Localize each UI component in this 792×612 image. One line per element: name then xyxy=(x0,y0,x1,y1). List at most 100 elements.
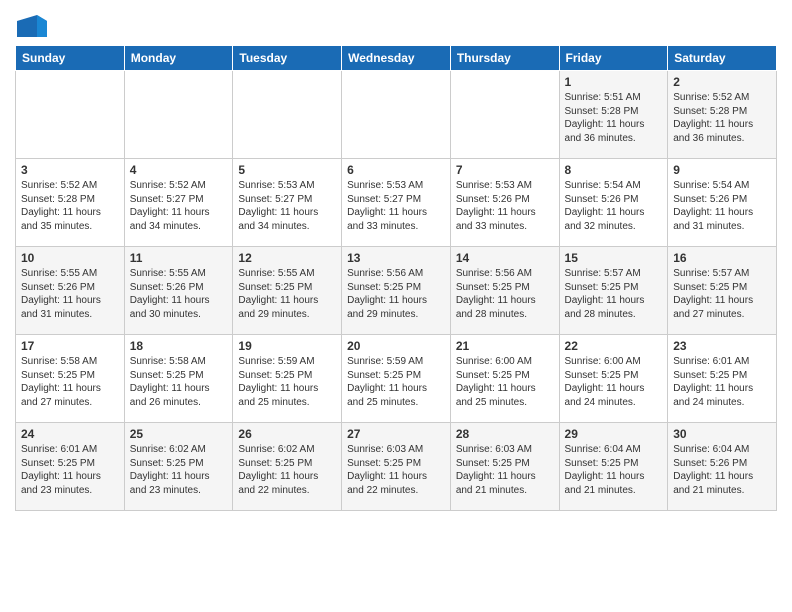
day-info: Sunrise: 5:57 AM Sunset: 5:25 PM Dayligh… xyxy=(565,267,663,321)
day-number: 23 xyxy=(673,339,771,353)
day-number: 20 xyxy=(347,339,445,353)
weekday-header-row: SundayMondayTuesdayWednesdayThursdayFrid… xyxy=(16,46,777,71)
day-info: Sunrise: 6:04 AM Sunset: 5:26 PM Dayligh… xyxy=(673,443,771,497)
day-info: Sunrise: 5:54 AM Sunset: 5:26 PM Dayligh… xyxy=(673,179,771,233)
day-cell: 14 Sunrise: 5:56 AM Sunset: 5:25 PM Dayli… xyxy=(450,247,559,335)
day-info: Sunrise: 5:55 AM Sunset: 5:26 PM Dayligh… xyxy=(21,267,119,321)
day-cell: 4 Sunrise: 5:52 AM Sunset: 5:27 PM Daylig… xyxy=(124,159,233,247)
day-cell: 1 Sunrise: 5:51 AM Sunset: 5:28 PM Daylig… xyxy=(559,71,668,159)
day-number: 6 xyxy=(347,163,445,177)
day-info: Sunrise: 5:52 AM Sunset: 5:27 PM Dayligh… xyxy=(130,179,228,233)
weekday-header-wednesday: Wednesday xyxy=(342,46,451,71)
day-cell: 7Sunrise: 5:53 AM Sunset: 5:26 PM Daylig… xyxy=(450,159,559,247)
day-cell: 20 Sunrise: 5:59 AM Sunset: 5:25 PM Dayli… xyxy=(342,335,451,423)
weekday-header-sunday: Sunday xyxy=(16,46,125,71)
day-cell: 25 Sunrise: 6:02 AM Sunset: 5:25 PM Dayli… xyxy=(124,423,233,511)
day-number: 17 xyxy=(21,339,119,353)
day-cell: 2 Sunrise: 5:52 AM Sunset: 5:28 PM Daylig… xyxy=(668,71,777,159)
week-row-1: 1 Sunrise: 5:51 AM Sunset: 5:28 PM Daylig… xyxy=(16,71,777,159)
day-cell: 28 Sunrise: 6:03 AM Sunset: 5:25 PM Dayli… xyxy=(450,423,559,511)
day-number: 16 xyxy=(673,251,771,265)
day-info: Sunrise: 5:53 AM Sunset: 5:27 PM Dayligh… xyxy=(238,179,336,233)
day-cell: 10Sunrise: 5:55 AM Sunset: 5:26 PM Dayli… xyxy=(16,247,125,335)
day-number: 9 xyxy=(673,163,771,177)
day-number: 29 xyxy=(565,427,663,441)
day-cell: 5 Sunrise: 5:53 AM Sunset: 5:27 PM Daylig… xyxy=(233,159,342,247)
day-info: Sunrise: 5:56 AM Sunset: 5:25 PM Dayligh… xyxy=(456,267,554,321)
day-cell: 27 Sunrise: 6:03 AM Sunset: 5:25 PM Dayli… xyxy=(342,423,451,511)
day-number: 25 xyxy=(130,427,228,441)
day-number: 28 xyxy=(456,427,554,441)
page: SundayMondayTuesdayWednesdayThursdayFrid… xyxy=(0,0,792,526)
day-number: 13 xyxy=(347,251,445,265)
day-number: 3 xyxy=(21,163,119,177)
day-number: 8 xyxy=(565,163,663,177)
logo-text xyxy=(15,15,47,37)
day-cell: 3 Sunrise: 5:52 AM Sunset: 5:28 PM Daylig… xyxy=(16,159,125,247)
day-cell: 18Sunrise: 5:58 AM Sunset: 5:25 PM Dayli… xyxy=(124,335,233,423)
day-cell: 17 Sunrise: 5:58 AM Sunset: 5:25 PM Dayli… xyxy=(16,335,125,423)
day-cell: 26Sunrise: 6:02 AM Sunset: 5:25 PM Dayli… xyxy=(233,423,342,511)
day-info: Sunrise: 6:02 AM Sunset: 5:25 PM Dayligh… xyxy=(130,443,228,497)
day-info: Sunrise: 6:01 AM Sunset: 5:25 PM Dayligh… xyxy=(673,355,771,409)
day-info: Sunrise: 5:53 AM Sunset: 5:27 PM Dayligh… xyxy=(347,179,445,233)
day-number: 14 xyxy=(456,251,554,265)
day-info: Sunrise: 6:04 AM Sunset: 5:25 PM Dayligh… xyxy=(565,443,663,497)
day-cell xyxy=(342,71,451,159)
day-info: Sunrise: 5:59 AM Sunset: 5:25 PM Dayligh… xyxy=(238,355,336,409)
day-number: 12 xyxy=(238,251,336,265)
day-info: Sunrise: 6:03 AM Sunset: 5:25 PM Dayligh… xyxy=(456,443,554,497)
header xyxy=(15,10,777,37)
day-cell xyxy=(450,71,559,159)
day-cell xyxy=(233,71,342,159)
day-cell: 15 Sunrise: 5:57 AM Sunset: 5:25 PM Dayli… xyxy=(559,247,668,335)
day-number: 4 xyxy=(130,163,228,177)
day-info: Sunrise: 5:52 AM Sunset: 5:28 PM Dayligh… xyxy=(673,91,771,145)
week-row-4: 17 Sunrise: 5:58 AM Sunset: 5:25 PM Dayli… xyxy=(16,335,777,423)
day-number: 21 xyxy=(456,339,554,353)
day-info: Sunrise: 6:02 AM Sunset: 5:25 PM Dayligh… xyxy=(238,443,336,497)
day-cell: 8 Sunrise: 5:54 AM Sunset: 5:26 PM Daylig… xyxy=(559,159,668,247)
day-number: 30 xyxy=(673,427,771,441)
weekday-header-tuesday: Tuesday xyxy=(233,46,342,71)
day-number: 22 xyxy=(565,339,663,353)
week-row-5: 24Sunrise: 6:01 AM Sunset: 5:25 PM Dayli… xyxy=(16,423,777,511)
day-cell: 12Sunrise: 5:55 AM Sunset: 5:25 PM Dayli… xyxy=(233,247,342,335)
day-info: Sunrise: 6:00 AM Sunset: 5:25 PM Dayligh… xyxy=(456,355,554,409)
day-info: Sunrise: 5:52 AM Sunset: 5:28 PM Dayligh… xyxy=(21,179,119,233)
day-cell: 19 Sunrise: 5:59 AM Sunset: 5:25 PM Dayli… xyxy=(233,335,342,423)
day-info: Sunrise: 5:57 AM Sunset: 5:25 PM Dayligh… xyxy=(673,267,771,321)
day-info: Sunrise: 5:58 AM Sunset: 5:25 PM Dayligh… xyxy=(21,355,119,409)
logo xyxy=(15,15,47,37)
day-cell: 29 Sunrise: 6:04 AM Sunset: 5:25 PM Dayli… xyxy=(559,423,668,511)
week-row-3: 10Sunrise: 5:55 AM Sunset: 5:26 PM Dayli… xyxy=(16,247,777,335)
day-number: 1 xyxy=(565,75,663,89)
weekday-header-thursday: Thursday xyxy=(450,46,559,71)
day-info: Sunrise: 5:51 AM Sunset: 5:28 PM Dayligh… xyxy=(565,91,663,145)
weekday-header-saturday: Saturday xyxy=(668,46,777,71)
weekday-header-monday: Monday xyxy=(124,46,233,71)
day-info: Sunrise: 5:54 AM Sunset: 5:26 PM Dayligh… xyxy=(565,179,663,233)
day-cell: 6 Sunrise: 5:53 AM Sunset: 5:27 PM Daylig… xyxy=(342,159,451,247)
day-info: Sunrise: 5:55 AM Sunset: 5:26 PM Dayligh… xyxy=(130,267,228,321)
day-cell xyxy=(16,71,125,159)
day-number: 18 xyxy=(130,339,228,353)
day-cell: 22 Sunrise: 6:00 AM Sunset: 5:25 PM Dayli… xyxy=(559,335,668,423)
calendar-table: SundayMondayTuesdayWednesdayThursdayFrid… xyxy=(15,45,777,511)
logo-icon xyxy=(17,15,47,37)
day-cell: 24Sunrise: 6:01 AM Sunset: 5:25 PM Dayli… xyxy=(16,423,125,511)
week-row-2: 3 Sunrise: 5:52 AM Sunset: 5:28 PM Daylig… xyxy=(16,159,777,247)
day-number: 7 xyxy=(456,163,554,177)
day-info: Sunrise: 5:59 AM Sunset: 5:25 PM Dayligh… xyxy=(347,355,445,409)
day-number: 15 xyxy=(565,251,663,265)
day-cell: 16 Sunrise: 5:57 AM Sunset: 5:25 PM Dayli… xyxy=(668,247,777,335)
day-number: 2 xyxy=(673,75,771,89)
day-number: 19 xyxy=(238,339,336,353)
day-cell xyxy=(124,71,233,159)
day-cell: 13Sunrise: 5:56 AM Sunset: 5:25 PM Dayli… xyxy=(342,247,451,335)
day-info: Sunrise: 6:03 AM Sunset: 5:25 PM Dayligh… xyxy=(347,443,445,497)
day-number: 27 xyxy=(347,427,445,441)
day-info: Sunrise: 6:00 AM Sunset: 5:25 PM Dayligh… xyxy=(565,355,663,409)
day-number: 5 xyxy=(238,163,336,177)
day-number: 24 xyxy=(21,427,119,441)
